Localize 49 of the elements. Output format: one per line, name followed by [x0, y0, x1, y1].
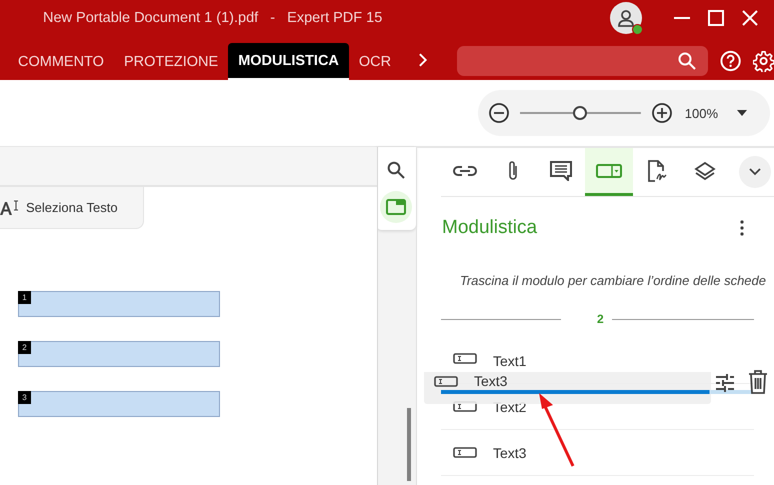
text-field-icon: [434, 376, 458, 387]
help-icon[interactable]: [720, 50, 741, 72]
sliders-icon[interactable]: [715, 374, 735, 392]
form-text-field[interactable]: 2: [18, 341, 220, 367]
form-field-icon: [596, 164, 622, 178]
user-icon: [616, 8, 636, 28]
caret-icon[interactable]: [736, 109, 748, 117]
scrollbar[interactable]: [407, 408, 411, 481]
text-cursor-icon: [0, 200, 20, 216]
window-title: New Portable Document 1 (1).pdf - Expert PDF 15: [43, 10, 384, 26]
expand-button[interactable]: [739, 156, 771, 188]
ribbon-tab[interactable]: PROTEZIONE: [114, 43, 228, 80]
text-field-icon: [453, 353, 477, 364]
layers-icon: [694, 160, 716, 180]
text-field-icon: [453, 447, 477, 458]
zoom-out-icon[interactable]: [488, 102, 510, 124]
form-text-field[interactable]: 1: [18, 291, 220, 317]
field-number: 2: [18, 341, 31, 354]
close-icon[interactable]: [740, 8, 760, 28]
ribbon-tab[interactable]: COMMENTO: [8, 43, 114, 80]
more-options-icon[interactable]: [740, 220, 744, 236]
search-icon: [678, 52, 696, 70]
field-number: 3: [18, 391, 31, 404]
paperclip-icon: [507, 160, 519, 182]
page-number: 2: [597, 312, 604, 326]
zoom-value: 100%: [684, 106, 718, 120]
chevron-down-icon: [749, 168, 761, 176]
settings-icon[interactable]: [752, 50, 774, 72]
user-avatar[interactable]: [610, 2, 642, 34]
ribbon-tab[interactable]: OCR: [348, 43, 402, 80]
select-text-tool[interactable]: Seleziona Testo: [0, 187, 144, 229]
ribbon-tab[interactable]: MODULISTICA: [228, 43, 349, 80]
delete-icon[interactable]: [748, 370, 768, 394]
panel-title: Modulistica: [442, 217, 538, 239]
signed-document-icon: [647, 160, 667, 182]
slider-thumb[interactable]: [573, 106, 588, 120]
form-text-field[interactable]: 3: [18, 391, 220, 417]
search-field[interactable]: [456, 46, 708, 76]
field-name[interactable]: Text1: [493, 353, 526, 369]
field-number: 1: [18, 291, 31, 304]
instruction-text: Trascina il modulo per cambiare l’ordine delle schede: [458, 273, 766, 288]
zoom-in-icon[interactable]: [650, 102, 673, 124]
field-name[interactable]: Text3: [493, 444, 526, 460]
comment-icon: [550, 160, 572, 180]
chevron-right-icon[interactable]: [417, 52, 429, 68]
maximize-icon[interactable]: [706, 8, 726, 28]
form-button[interactable]: [380, 191, 412, 223]
link-icon: [453, 164, 477, 176]
form-icon: [386, 199, 406, 215]
